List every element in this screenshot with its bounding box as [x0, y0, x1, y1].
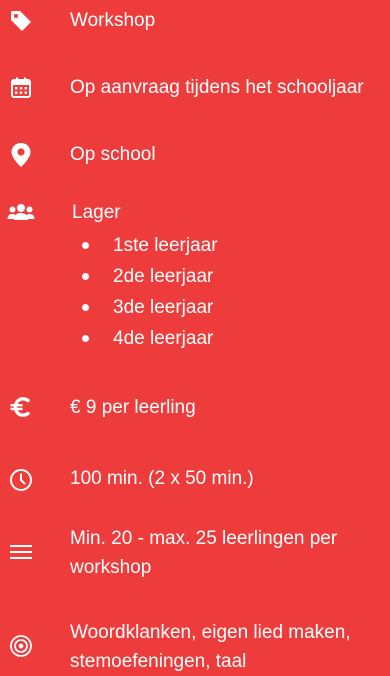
info-text-duration: 100 min. (2 x 50 min.)	[70, 468, 254, 489]
info-text-level: Lager	[72, 202, 121, 223]
clock-icon	[6, 465, 36, 495]
grade-list-item: 2de leerjaar	[74, 261, 218, 292]
users-icon	[6, 197, 36, 227]
target-icon	[6, 631, 36, 661]
info-text-location: Op school	[70, 144, 156, 165]
info-text-price: € 9 per leerling	[70, 397, 196, 418]
euro-icon	[6, 392, 36, 422]
tag-icon	[6, 6, 36, 36]
map-pin-icon	[6, 140, 36, 170]
grade-list-item: 4de leerjaar	[74, 323, 218, 354]
info-text-topics: Woordklanken, eigen lied maken, stemoefe…	[70, 622, 351, 672]
calendar-icon	[6, 73, 36, 103]
menu-lines-icon	[6, 537, 36, 567]
grade-list: 1ste leerjaar 2de leerjaar 3de leerjaar …	[74, 230, 218, 354]
grade-list-item: 3de leerjaar	[74, 292, 218, 323]
info-text-group-size: Min. 20 - max. 25 leerlingen per worksho…	[70, 528, 338, 578]
info-text-schedule: Op aanvraag tijdens het schooljaar	[70, 77, 364, 98]
info-text-type: Workshop	[70, 10, 156, 31]
grade-list-item: 1ste leerjaar	[74, 230, 218, 261]
